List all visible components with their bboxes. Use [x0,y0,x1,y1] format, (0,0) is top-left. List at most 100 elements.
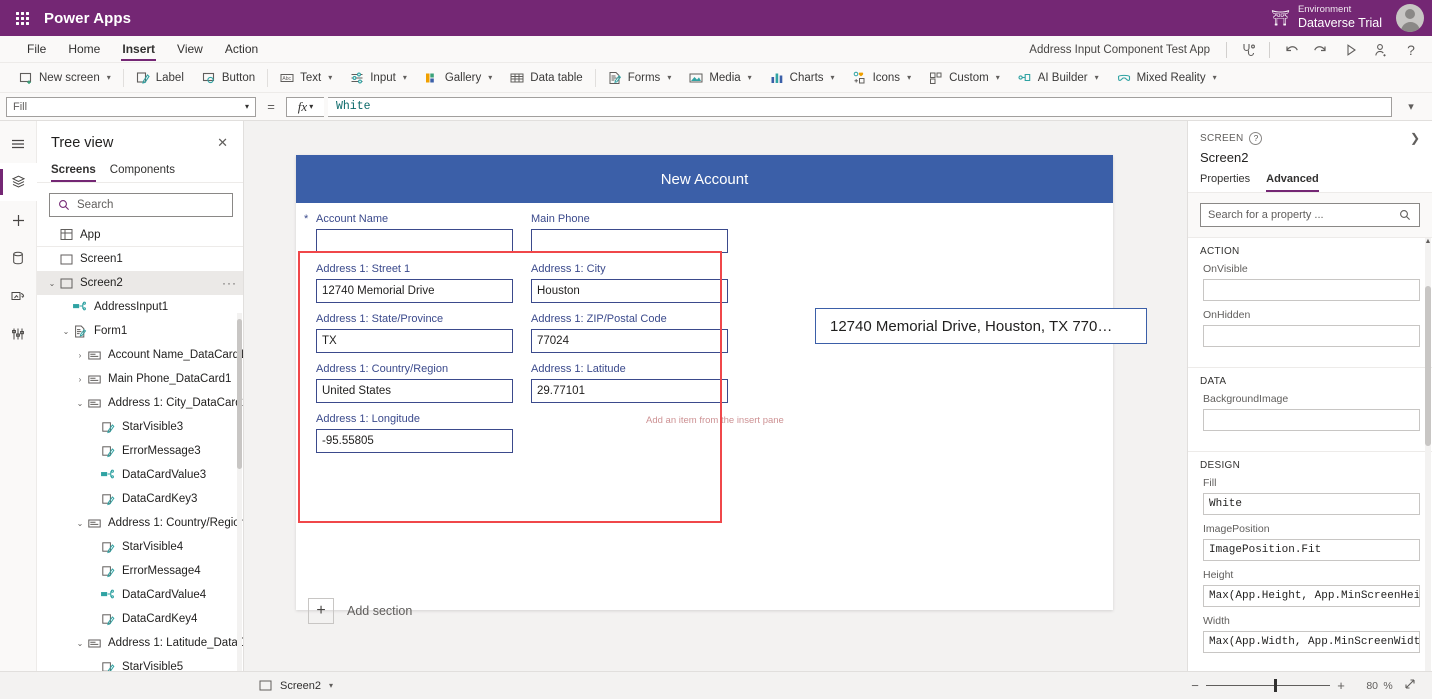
ribbon-label-control[interactable]: Label [127,66,193,90]
tree-view-icon[interactable] [0,163,37,201]
form-data-card[interactable]: Address 1: Street 112740 Memorial Drive [316,263,531,303]
property-field-input[interactable] [1203,325,1420,347]
property-selector[interactable]: Fill ▾ [6,97,256,117]
tree-node[interactable]: ErrorMessage4 [37,559,243,583]
question-circle-icon[interactable]: ? [1249,132,1262,145]
form-field-value[interactable]: 12740 Memorial Drive [316,279,513,303]
close-icon[interactable]: ✕ [214,133,231,153]
check-app-health-icon[interactable] [1233,38,1263,62]
properties-scrollbar-thumb[interactable] [1425,286,1431,446]
ribbon-mixed-reality[interactable]: Mixed Reality ▾ [1108,66,1226,90]
ribbon-ai-builder[interactable]: AI Builder ▾ [1009,66,1108,90]
form-data-card[interactable]: Address 1: State/ProvinceTX [316,313,531,353]
form-data-card[interactable]: Address 1: Latitude29.77101 [531,363,746,403]
form-field-value[interactable]: 77024 [531,329,728,353]
property-field-input[interactable]: White [1203,493,1420,515]
ribbon-media[interactable]: Media ▾ [680,66,760,90]
tab-advanced[interactable]: Advanced [1266,173,1319,192]
form-data-card[interactable]: Main Phone [531,213,746,253]
ribbon-new-screen[interactable]: New screen ▾ [10,66,120,90]
chevron-right-icon[interactable]: ❯ [1410,131,1420,145]
tree-node[interactable]: ⌄Address 1: Latitude_DataCard1 [37,631,243,655]
tree-node[interactable]: App [37,223,243,247]
ribbon-button-control[interactable]: Button [193,66,264,90]
formula-bar-expand-icon[interactable]: ▾ [1396,100,1426,113]
form-field-value[interactable]: TX [316,329,513,353]
tree-node[interactable]: ⌄Form1 [37,319,243,343]
chevron-down-icon[interactable]: ⌄ [59,327,73,336]
menu-file[interactable]: File [16,38,57,60]
tree-node[interactable]: ⌄Screen2··· [37,271,243,295]
ribbon-forms[interactable]: Forms ▾ [599,66,681,90]
tab-screens[interactable]: Screens [51,161,96,182]
zoom-out-button[interactable]: − [1184,678,1206,693]
property-field-input[interactable] [1203,279,1420,301]
form-field-value[interactable]: United States [316,379,513,403]
menu-insert[interactable]: Insert [111,38,166,60]
ribbon-input[interactable]: Input ▾ [341,66,416,90]
waffle-grid-icon[interactable] [0,12,44,25]
tree-node[interactable]: ›Account Name_DataCard1 [37,343,243,367]
form-data-card[interactable]: *Account Name [316,213,531,253]
hamburger-menu-icon[interactable] [0,125,37,163]
redo-icon[interactable] [1306,38,1336,62]
tree-node[interactable]: DataCardKey3 [37,487,243,511]
form-field-value[interactable] [531,229,728,253]
avatar[interactable] [1396,4,1424,32]
chevron-down-icon[interactable]: ▾ [329,681,333,690]
preview-app-icon[interactable] [1336,38,1366,62]
tree-node[interactable]: ⌄Address 1: City_DataCard1 [37,391,243,415]
form-field-value[interactable]: -95.55805 [316,429,513,453]
tab-components[interactable]: Components [110,161,175,182]
undo-icon[interactable] [1276,38,1306,62]
data-icon[interactable] [0,239,37,277]
menu-action[interactable]: Action [214,38,269,60]
screen-selector[interactable]: Screen2 ▾ [0,679,333,693]
address-input-control[interactable]: 12740 Memorial Drive, Houston, TX 770… [815,308,1147,344]
scroll-up-icon[interactable]: ▲ [1424,238,1432,245]
menu-view[interactable]: View [166,38,214,60]
form-field-value[interactable]: 29.77101 [531,379,728,403]
form-data-card[interactable]: Address 1: ZIP/Postal Code77024 [531,313,746,353]
ribbon-gallery[interactable]: Gallery ▾ [416,66,501,90]
search-input[interactable]: Search [49,193,233,217]
chevron-right-icon[interactable]: › [73,375,87,384]
property-field-input[interactable] [1203,409,1420,431]
expand-icon[interactable] [1398,677,1422,694]
form-data-card[interactable]: Address 1: Longitude-95.55805 [316,413,531,453]
insert-icon[interactable] [0,201,37,239]
media-icon[interactable] [0,277,37,315]
property-field-input[interactable]: Max(App.Height, App.MinScreenHeight) [1203,585,1420,607]
tree-node[interactable]: StarVisible4 [37,535,243,559]
property-field-input[interactable]: ImagePosition.Fit [1203,539,1420,561]
tree-scrollbar-thumb[interactable] [237,319,242,469]
chevron-down-icon[interactable]: ⌄ [73,519,87,528]
ribbon-data-table[interactable]: Data table [501,66,591,90]
fx-button[interactable]: fx ▾ [286,97,324,117]
chevron-right-icon[interactable]: › [73,351,87,360]
tree-node[interactable]: AddressInput1 [37,295,243,319]
ribbon-icons[interactable]: Icons ▾ [844,66,921,90]
tree-node[interactable]: DataCardValue4 [37,583,243,607]
help-icon[interactable]: ? [1396,38,1426,62]
ribbon-charts[interactable]: Charts ▾ [761,66,844,90]
advanced-tools-icon[interactable] [0,315,37,353]
tree-node[interactable]: ⌄Address 1: Country/Region_DataCard1 [37,511,243,535]
tree-node[interactable]: ›Main Phone_DataCard1 [37,367,243,391]
form-data-card[interactable]: Address 1: CityHouston [531,263,746,303]
app-screen-canvas[interactable]: New Account *Account NameMain PhoneAddre… [296,155,1113,610]
zoom-in-button[interactable]: + [1330,678,1352,693]
form-data-card[interactable]: Address 1: Country/RegionUnited States [316,363,531,403]
node-context-menu-icon[interactable]: ··· [222,276,237,290]
tree-node[interactable]: DataCardKey4 [37,607,243,631]
property-field-input[interactable]: Max(App.Width, App.MinScreenWidth) [1203,631,1420,653]
property-search-input[interactable]: Search for a property ... [1200,203,1420,227]
formula-input[interactable]: White [328,97,1392,117]
tree-node[interactable]: StarVisible5 [37,655,243,671]
form-field-value[interactable] [316,229,513,253]
canvas-area[interactable]: New Account *Account NameMain PhoneAddre… [244,121,1187,671]
ribbon-custom[interactable]: Custom ▾ [920,66,1009,90]
chevron-down-icon[interactable]: ⌄ [73,399,87,408]
chevron-down-icon[interactable]: ⌄ [73,639,87,648]
tree-node[interactable]: StarVisible3 [37,415,243,439]
